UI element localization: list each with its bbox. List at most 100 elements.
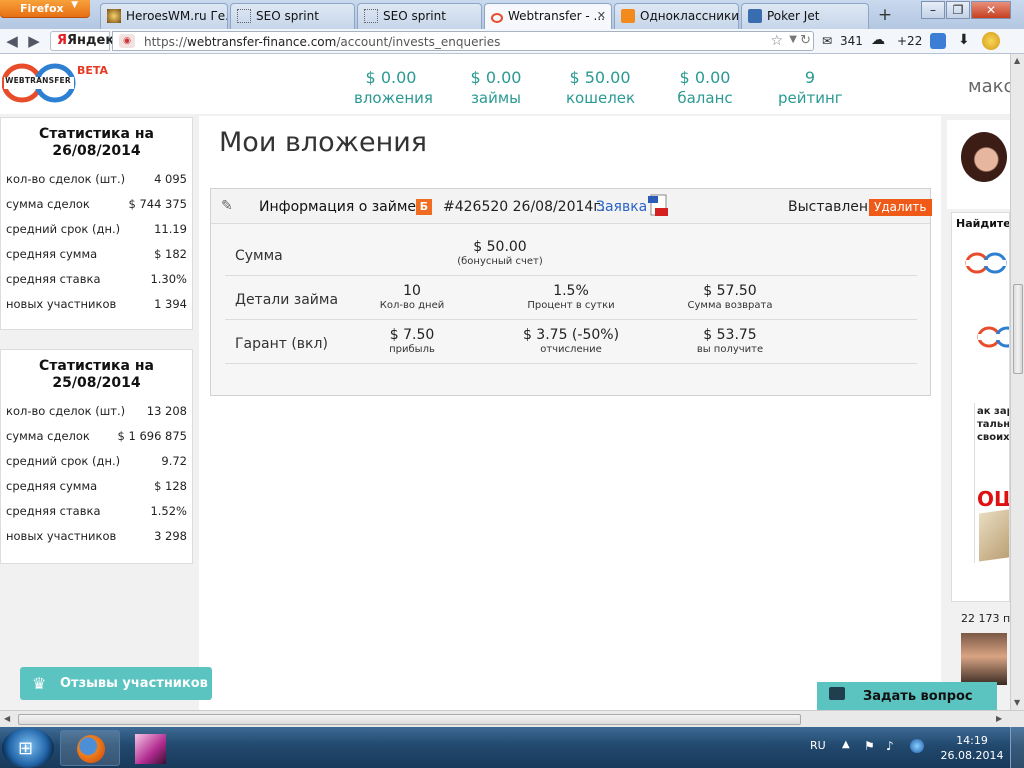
cell-value: $ 53.75: [703, 327, 757, 343]
webtransfer-mini-logo-icon[interactable]: [976, 325, 1010, 355]
yandex-search-button[interactable]: ЯЯндекс: [50, 31, 122, 51]
firefox-menu-button[interactable]: Firefox ▼: [0, 0, 90, 18]
stats-value: 1.30%: [150, 272, 187, 286]
taskbar-firefox[interactable]: [60, 730, 120, 766]
page-favicon-icon: [237, 9, 251, 23]
tab-odnoklassniki[interactable]: Одноклассники: [614, 3, 739, 29]
scroll-left-icon[interactable]: ◀: [4, 714, 10, 723]
horizontal-scroll-thumb[interactable]: [18, 714, 801, 725]
stat-rating[interactable]: 9 рейтинг: [778, 69, 843, 109]
action-center-icon[interactable]: ⚑: [864, 739, 875, 753]
loan-status: Выставлена: [788, 199, 877, 215]
scroll-down-icon[interactable]: ▼: [1014, 698, 1020, 707]
back-button[interactable]: ◀: [2, 31, 22, 51]
addon-smiley-icon[interactable]: [982, 32, 1000, 50]
tab-bar: Firefox ▼ HeroesWM.ru Ге... SEO sprint SE…: [0, 0, 1024, 30]
cell-value: 1.5%: [553, 283, 589, 299]
stats-row: средняя сумма $ 182: [1, 247, 192, 272]
find-us-widget: Найдите н ак зар тально своих ОШАГ: [951, 212, 1010, 602]
system-clock[interactable]: 14:19 26.08.2014: [940, 733, 1004, 763]
cell-caption: Сумма возврата: [687, 300, 773, 311]
chat-bubble-icon: [829, 687, 845, 700]
avatar[interactable]: [961, 132, 1007, 182]
bookmark-star-icon[interactable]: ☆: [770, 33, 783, 49]
stat-value: $ 0.00: [470, 68, 522, 87]
vertical-scroll-thumb[interactable]: [1013, 284, 1023, 374]
reload-icon[interactable]: ↻: [800, 33, 811, 48]
ask-question-button[interactable]: Задать вопрос: [817, 682, 997, 710]
tab-heroeswm[interactable]: HeroesWM.ru Ге...: [100, 3, 228, 29]
stat-investments[interactable]: $ 0.00 вложения: [354, 69, 433, 109]
stats-value: 1.52%: [150, 504, 187, 518]
ad-text-line: ак зар: [977, 406, 1009, 417]
delete-button[interactable]: Удалить: [869, 199, 932, 216]
mail-icon[interactable]: ✉: [822, 34, 832, 48]
tray-expand-icon[interactable]: ▲: [842, 739, 850, 750]
loan-cell: $ 7.50 прибыль: [332, 327, 492, 355]
stat-label: кошелек: [566, 89, 636, 107]
cell-caption: отчисление: [540, 344, 602, 355]
pencil-icon[interactable]: ✎: [221, 198, 233, 214]
url-bar[interactable]: ◉ https://webtransfer-finance.com/accoun…: [112, 31, 814, 51]
cell-caption: вы получите: [696, 344, 764, 355]
stat-balance[interactable]: $ 0.00 баланс: [675, 69, 735, 109]
language-indicator[interactable]: RU: [810, 739, 826, 752]
stats-title: Статистика на 26/08/2014: [39, 126, 154, 159]
stats-row: средняя сумма $ 128: [1, 479, 192, 504]
download-icon[interactable]: ⬇: [958, 32, 970, 48]
stats-label: новых участников: [6, 529, 117, 543]
stat-loans[interactable]: $ 0.00 займы: [466, 69, 526, 109]
clock-time: 14:19: [956, 734, 988, 747]
beta-badge: BETA: [77, 64, 109, 77]
cell-caption: Процент в сутки: [527, 300, 615, 311]
tab-webtransfer[interactable]: Webtransfer - ... ✕: [484, 3, 612, 30]
reviews-button[interactable]: ♛ Отзывы участников: [20, 667, 212, 700]
minimize-button[interactable]: –: [921, 1, 945, 19]
loan-info-panel: ✎ Информация о займе Б #426520 26/08/201…: [210, 188, 932, 396]
site-header: WEBTRANSFER BETA $ 0.00 вложения $ 0.00 за…: [0, 54, 1013, 114]
scroll-up-icon[interactable]: ▲: [1014, 56, 1020, 65]
weather-cloud-icon[interactable]: ☁: [871, 32, 885, 48]
close-icon[interactable]: ✕: [597, 9, 606, 22]
loan-header: ✎ Информация о займе Б #426520 26/08/201…: [211, 189, 932, 224]
stats-value: $ 128: [154, 479, 187, 493]
crown-icon: ♛: [32, 674, 47, 693]
mail-count[interactable]: 341: [840, 34, 863, 48]
logo-text: WEBTRANSFER: [5, 76, 71, 85]
site-identity-icon[interactable]: ◉: [119, 34, 135, 48]
application-link[interactable]: Заявка: [596, 199, 647, 215]
profile-box: [947, 120, 1010, 209]
user-name[interactable]: макс: [968, 76, 1013, 97]
stats-label: средняя сумма: [6, 247, 98, 261]
restore-button[interactable]: ❐: [946, 1, 970, 19]
weather-temp[interactable]: +22: [897, 34, 922, 48]
stats-row: сумма сделок $ 744 375: [1, 197, 192, 222]
network-icon[interactable]: [910, 739, 924, 753]
tab-label: Webtransfer - ...: [508, 9, 605, 23]
tab-seo-sprint-2[interactable]: SEO sprint: [357, 3, 482, 29]
scroll-right-icon[interactable]: ▶: [996, 714, 1002, 723]
tab-poker-jet[interactable]: Poker Jet: [741, 3, 869, 29]
webtransfer-mini-logo-icon[interactable]: [964, 251, 1008, 281]
advertisement-banner[interactable]: ак зар тально своих ОШАГ: [974, 403, 1009, 563]
loan-row-guarantee: Гарант (вкл) $ 7.50 прибыль $ 3.75 (-50%)…: [225, 320, 917, 364]
new-tab-button[interactable]: +: [872, 3, 898, 29]
translate-icon[interactable]: [930, 33, 946, 49]
window-close-button[interactable]: ✕: [971, 1, 1011, 19]
stat-wallet[interactable]: $ 50.00 кошелек: [566, 69, 636, 109]
taskbar-app[interactable]: [122, 730, 182, 766]
stats-box-yesterday: Статистика на 25/08/2014 кол-во сделок (…: [0, 349, 193, 564]
horizontal-scrollbar[interactable]: ◀ ▶: [0, 710, 1024, 727]
page-favicon-icon: [364, 9, 378, 23]
pdf-document-icon[interactable]: [647, 194, 669, 218]
vertical-scrollbar[interactable]: ▲ ▼: [1010, 54, 1024, 710]
volume-icon[interactable]: ♪: [886, 739, 894, 753]
stats-label: кол-во сделок (шт.): [6, 404, 126, 418]
tab-seo-sprint-1[interactable]: SEO sprint: [230, 3, 355, 29]
show-desktop-button[interactable]: [1010, 727, 1024, 768]
stats-label: сумма сделок: [6, 197, 90, 211]
forward-button[interactable]: ▶: [24, 31, 44, 51]
history-dropdown-icon[interactable]: ▼: [789, 34, 797, 45]
member-photo[interactable]: [961, 633, 1007, 685]
start-button[interactable]: ⊞: [2, 728, 54, 768]
